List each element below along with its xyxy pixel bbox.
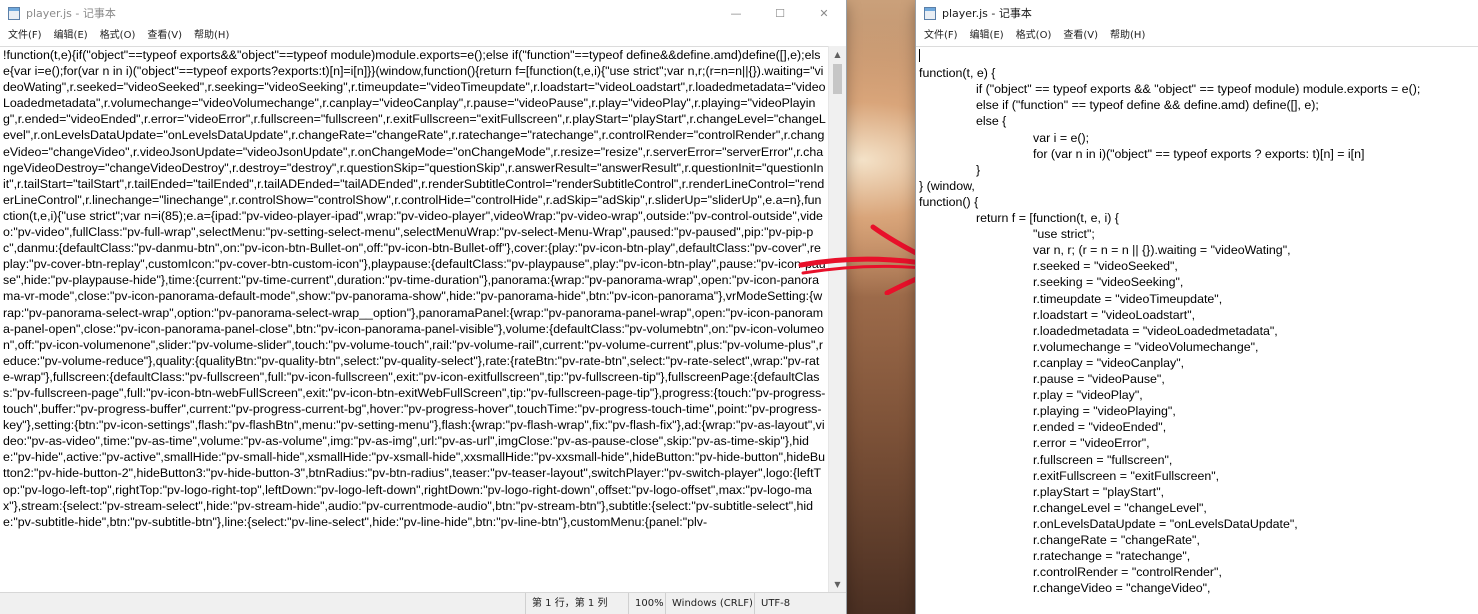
code-line: r.timeupdate = "videoTimeupdate",: [1033, 291, 1223, 306]
code-line: r.volumechange = "videoVolumechange",: [1033, 339, 1259, 354]
notepad-window-minified[interactable]: player.js - 记事本 — ☐ ✕ 文件(F) 编辑(E) 格式(O) …: [0, 0, 846, 614]
code-line: else if ("function" == typeof define && …: [976, 98, 1319, 113]
menu-format[interactable]: 格式(O): [94, 26, 142, 46]
code-content: !function(t,e){if("object"==typeof expor…: [3, 48, 826, 529]
title-bar[interactable]: player.js - 记事本: [916, 0, 1478, 26]
code-line: r.ended = "videoEnded",: [1033, 420, 1167, 435]
text-editor-area[interactable]: !function(t,e){if("object"==typeof expor…: [0, 46, 829, 594]
code-line: r.changeVideo = "changeVideo",: [1033, 581, 1211, 596]
text-caret: [919, 49, 920, 62]
scroll-up-icon[interactable]: ▲: [829, 46, 846, 63]
code-line: r.changeLevel = "changeLevel",: [1033, 500, 1207, 515]
code-line: r.pause = "videoPause",: [1033, 372, 1165, 386]
menu-help[interactable]: 帮助(H): [1104, 26, 1151, 46]
code-text: !function(t,e){if("object"==typeof expor…: [0, 47, 829, 530]
code-line: var n, r; (r = n = n || {}).waiting = "v…: [1033, 243, 1291, 258]
menu-bar: 文件(F) 编辑(E) 格式(O) 查看(V) 帮助(H): [916, 26, 1478, 46]
code-line: r.error = "videoError",: [1033, 436, 1150, 451]
window-title: player.js - 记事本: [942, 7, 1032, 20]
code-line: r.seeked = "videoSeeked",: [1033, 259, 1178, 274]
window-title: player.js - 记事本: [26, 7, 116, 20]
menu-format[interactable]: 格式(O): [1010, 26, 1058, 46]
code-line: r.controlRender = "controlRender",: [1033, 565, 1222, 580]
code-line: for (var n in i)("object" == typeof expo…: [1033, 146, 1365, 161]
menu-edit[interactable]: 编辑(E): [964, 26, 1010, 46]
code-line: r.play = "videoPlay",: [1033, 388, 1143, 403]
code-line: function(t, e) {: [919, 66, 996, 81]
menu-bar: 文件(F) 编辑(E) 格式(O) 查看(V) 帮助(H): [0, 26, 846, 46]
text-editor-area[interactable]: function(t, e) {if ("object" == typeof e…: [916, 46, 1478, 614]
code-line: "use strict";: [1033, 227, 1095, 242]
menu-help[interactable]: 帮助(H): [188, 26, 235, 46]
caption-buttons: — ☐ ✕: [714, 0, 846, 26]
menu-view[interactable]: 查看(V): [1057, 26, 1104, 46]
code-line: r.exitFullscreen = "exitFullscreen",: [1033, 468, 1220, 483]
code-line: r.loadedmetadata = "videoLoadedmetadata"…: [1033, 323, 1278, 338]
code-line: r.playStart = "playStart",: [1033, 484, 1165, 499]
code-line: r.changeRate = "changeRate",: [1033, 533, 1200, 547]
code-line: function() {: [919, 194, 979, 209]
code-line: r.onLevelsDataUpdate = "onLevelsDataUpda…: [1033, 516, 1298, 531]
scroll-down-icon[interactable]: ▼: [829, 576, 846, 593]
code-line: r.ratechange = "ratechange",: [1033, 549, 1191, 564]
code-line: r.playing = "videoPlaying",: [1033, 404, 1176, 419]
menu-view[interactable]: 查看(V): [141, 26, 188, 46]
encoding: UTF-8: [754, 593, 790, 614]
menu-file[interactable]: 文件(F): [2, 26, 48, 46]
scrollbar-thumb[interactable]: [833, 64, 842, 94]
notepad-icon: [924, 6, 936, 20]
code-line: else {: [976, 114, 1007, 129]
minimize-button[interactable]: —: [714, 0, 758, 26]
notepad-window-formatted[interactable]: player.js - 记事本 文件(F) 编辑(E) 格式(O) 查看(V) …: [916, 0, 1478, 614]
menu-file[interactable]: 文件(F): [918, 26, 964, 46]
code-line: r.canplay = "videoCanplay",: [1033, 355, 1185, 370]
code-line: r.seeking = "videoSeeking",: [1033, 275, 1184, 290]
vertical-scrollbar[interactable]: ▲ ▼: [828, 46, 846, 593]
code-line: r.fullscreen = "fullscreen",: [1033, 452, 1173, 467]
status-bar: 第 1 行，第 1 列 100% Windows (CRLF) UTF-8: [0, 592, 846, 614]
zoom-level: 100%: [628, 593, 664, 614]
code-line: var i = e();: [1033, 130, 1090, 145]
code-line: } (window,: [919, 178, 975, 193]
code-line: r.loadstart = "videoLoadstart",: [1033, 307, 1196, 322]
code-line: if ("object" == typeof exports && "objec…: [976, 82, 1421, 97]
cursor-position: 第 1 行，第 1 列: [525, 593, 607, 614]
close-button[interactable]: ✕: [802, 0, 846, 26]
code-line: return f = [function(t, e, i) {: [976, 211, 1119, 225]
code-line: }: [976, 162, 981, 177]
title-bar[interactable]: player.js - 记事本 — ☐ ✕: [0, 0, 846, 26]
notepad-icon: [8, 6, 20, 20]
line-ending: Windows (CRLF): [665, 593, 753, 614]
maximize-button[interactable]: ☐: [758, 0, 802, 26]
menu-edit[interactable]: 编辑(E): [48, 26, 94, 46]
